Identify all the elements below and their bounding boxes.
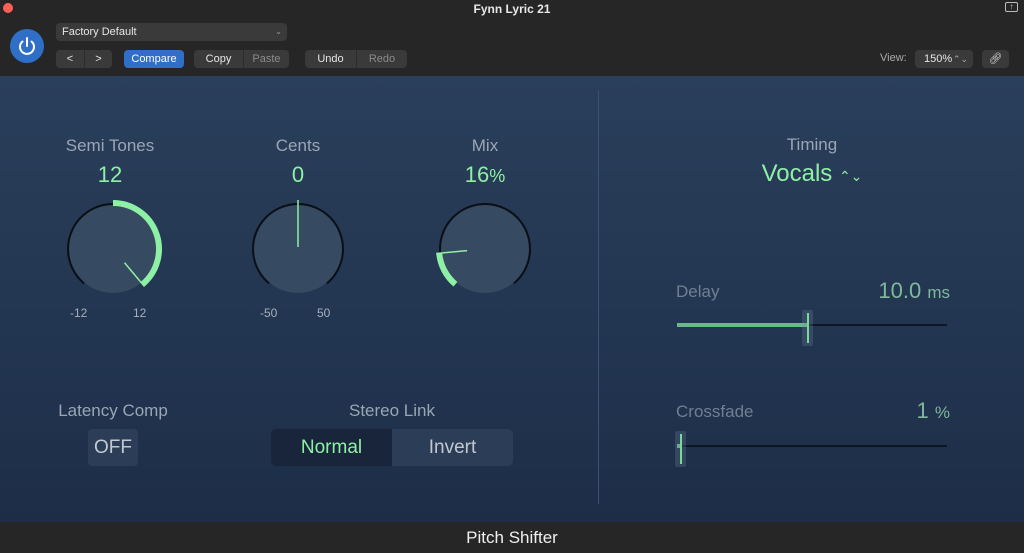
section-divider: [598, 90, 599, 504]
crossfade-unit: %: [934, 403, 950, 422]
prev-preset-button[interactable]: <: [56, 50, 84, 68]
cents-label: Cents: [275, 136, 321, 155]
slider-thumb[interactable]: [675, 431, 686, 467]
slider-fill: [677, 323, 807, 327]
undo-button[interactable]: Undo: [305, 50, 356, 68]
power-button[interactable]: [10, 29, 44, 63]
copy-paste-group: Copy Paste: [194, 50, 289, 68]
mix-value-display: 16%: [435, 162, 535, 188]
delay-value-display: 10.0 ms: [800, 278, 950, 304]
view-zoom-select[interactable]: 150% ⌃⌄: [915, 50, 973, 68]
link-icon: 🔗︎: [988, 53, 1003, 65]
paste-button[interactable]: Paste: [243, 50, 289, 68]
semitones-knob[interactable]: [58, 194, 168, 304]
expand-icon[interactable]: ↑: [1005, 2, 1018, 12]
preset-nav-group: < >: [56, 50, 112, 68]
semitones-label: Semi Tones: [65, 136, 155, 155]
crossfade-value: 1: [916, 398, 929, 423]
semitones-max-label: 12: [133, 306, 147, 320]
delay-slider[interactable]: [677, 310, 947, 346]
timing-label: Timing: [786, 135, 838, 154]
plugin-name-footer: Pitch Shifter: [0, 522, 1024, 553]
power-icon: [19, 37, 35, 55]
cents-min-label: -50: [260, 306, 278, 320]
plugin-header: Fynn Lyric 21 ↑ Factory Default ⌄ < > Com…: [0, 0, 1024, 76]
cents-max-label: 50: [317, 306, 331, 320]
plugin-panel: Semi Tones 12 -12 12 Cents 0 -50 50 Mix …: [0, 76, 1024, 522]
delay-unit: ms: [927, 283, 950, 302]
stereo-link-label: Stereo Link: [349, 401, 435, 420]
view-label: View:: [880, 52, 907, 64]
window-title: Fynn Lyric 21: [473, 2, 551, 16]
chevron-down-icon: ⌄: [275, 27, 282, 36]
latency-comp-toggle[interactable]: OFF: [88, 429, 138, 466]
stereo-link-invert[interactable]: Invert: [392, 429, 513, 466]
crossfade-value-display: 1 %: [800, 398, 951, 424]
slider-thumb[interactable]: [802, 310, 813, 346]
cents-knob[interactable]: [243, 194, 353, 304]
slider-track: [677, 445, 947, 447]
timing-select[interactable]: Vocals ⌃⌄: [712, 160, 912, 188]
mix-label: Mix: [471, 136, 499, 155]
preset-dropdown[interactable]: Factory Default ⌄: [56, 23, 287, 41]
cents-value: 0: [291, 162, 305, 187]
undo-redo-group: Undo Redo: [305, 50, 407, 68]
next-preset-button[interactable]: >: [84, 50, 112, 68]
timing-value: Vocals: [761, 160, 833, 187]
preset-name: Factory Default: [62, 26, 137, 38]
compare-button[interactable]: Compare: [124, 50, 184, 68]
delay-label: Delay: [676, 282, 720, 301]
copy-button[interactable]: Copy: [194, 50, 243, 68]
view-zoom-value: 150%: [924, 53, 953, 65]
mix-knob[interactable]: [430, 194, 540, 304]
up-down-chevron-icon: ⌃⌄: [952, 54, 968, 64]
mix-value: 16: [464, 162, 490, 187]
latency-comp-label: Latency Comp: [58, 401, 168, 420]
stereo-link-segmented: Normal Invert: [271, 429, 513, 466]
crossfade-label: Crossfade: [676, 402, 754, 421]
redo-button[interactable]: Redo: [356, 50, 407, 68]
delay-value: 10.0: [878, 278, 922, 303]
up-down-chevron-icon: ⌃⌄: [838, 168, 863, 184]
stereo-link-normal[interactable]: Normal: [271, 429, 392, 466]
semitones-min-label: -12: [70, 306, 88, 320]
crossfade-slider[interactable]: [675, 431, 947, 467]
mix-unit: %: [489, 166, 506, 186]
semitones-value: 12: [97, 162, 123, 187]
link-button[interactable]: 🔗︎: [982, 50, 1009, 68]
